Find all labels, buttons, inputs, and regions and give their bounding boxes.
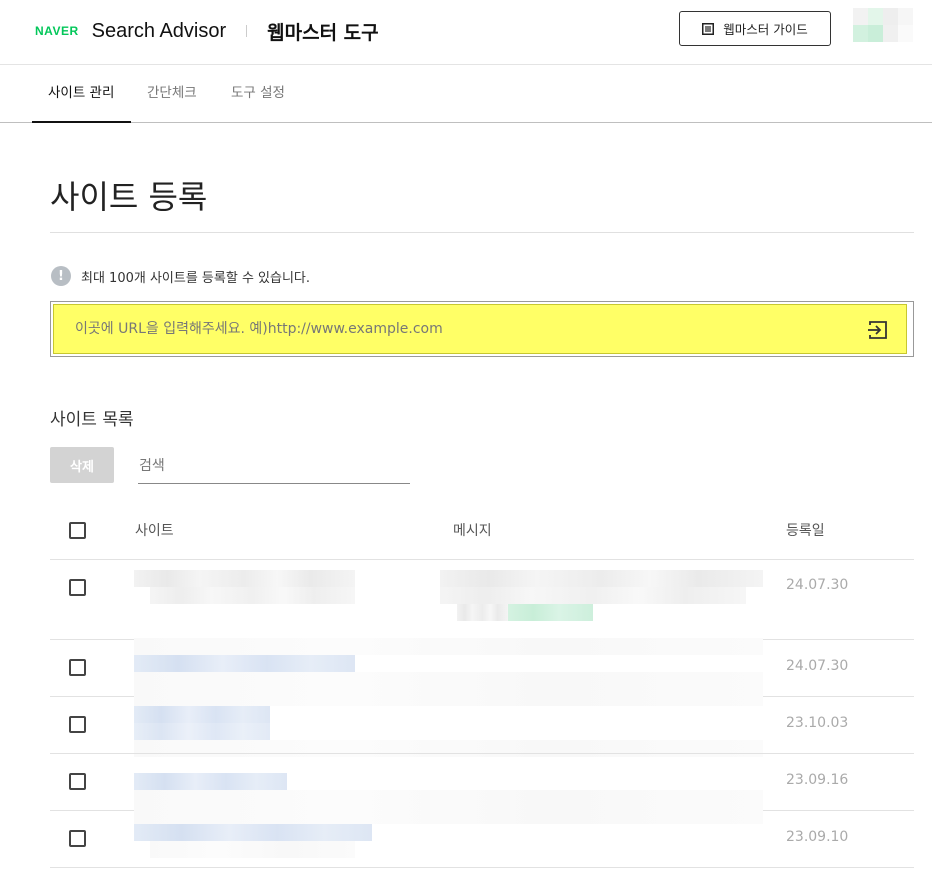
row-checkbox[interactable] [69,579,86,596]
site-link-redacted[interactable] [134,824,372,841]
site-search-input[interactable] [138,448,410,484]
site-link-redacted[interactable] [134,706,270,723]
header-divider [50,559,914,560]
row-divider [50,867,914,868]
tab-tool-settings[interactable]: 도구 설정 [231,66,285,123]
redacted-overlay [134,740,763,757]
delete-button[interactable]: 삭제 [50,447,114,483]
registered-date: 23.09.10 [786,829,849,845]
naver-logo: NAVER [35,24,79,38]
tab-quick-check[interactable]: 간단체크 [147,66,197,123]
site-url-redacted[interactable] [134,570,355,587]
status-badge-redacted [508,604,593,621]
product-name: Search Advisor [91,19,227,42]
site-list-title: 사이트 목록 [50,410,134,430]
registered-date: 24.07.30 [786,658,849,674]
column-header-date: 등록일 [786,523,825,539]
registered-date: 23.10.03 [786,715,849,731]
site-url-redacted [150,587,355,604]
column-header-message: 메시지 [453,523,492,539]
row-checkbox[interactable] [69,716,86,733]
top-header: NAVER Search Advisor 웹마스터 도구 웹마스터 가이드 [0,0,932,65]
guide-button-label: 웹마스터 가이드 [723,22,808,37]
guide-book-icon [702,22,715,35]
message-redacted [457,604,508,621]
url-input-box [50,301,914,357]
site-link-redacted[interactable] [134,655,355,672]
tab-site-management[interactable]: 사이트 관리 [32,66,131,123]
user-avatar[interactable] [853,8,913,42]
tool-title: 웹마스터 도구 [267,21,379,44]
registered-date: 23.09.16 [786,772,849,788]
page-title: 사이트 등록 [50,178,208,216]
site-link-redacted [134,723,270,740]
brand-divider [246,25,248,37]
brand-logo[interactable]: NAVER Search Advisor 웹마스터 도구 [35,18,379,44]
webmaster-guide-button[interactable]: 웹마스터 가이드 [679,11,831,46]
row-checkbox[interactable] [69,830,86,847]
registered-date: 24.07.30 [786,577,849,593]
info-icon: ! [51,266,71,286]
redacted-overlay [134,638,763,655]
redacted-overlay [134,807,763,824]
column-header-site: 사이트 [135,523,174,539]
redacted-overlay [150,841,355,858]
message-redacted [440,587,746,604]
row-checkbox[interactable] [69,773,86,790]
redacted-overlay [134,689,763,706]
title-divider [50,232,914,233]
redacted-overlay [134,790,763,807]
redacted-overlay [134,672,763,689]
limit-notice: ! 최대 100개 사이트를 등록할 수 있습니다. [51,266,310,286]
site-link-redacted[interactable] [134,773,287,790]
message-redacted [440,570,763,587]
submit-arrow-icon[interactable] [867,319,889,341]
row-checkbox[interactable] [69,659,86,676]
main-tabs: 사이트 관리 간단체크 도구 설정 [0,66,932,123]
site-url-input[interactable] [53,304,907,354]
notice-text: 최대 100개 사이트를 등록할 수 있습니다. [81,270,311,286]
row-divider [50,753,914,754]
select-all-checkbox[interactable] [69,522,86,539]
